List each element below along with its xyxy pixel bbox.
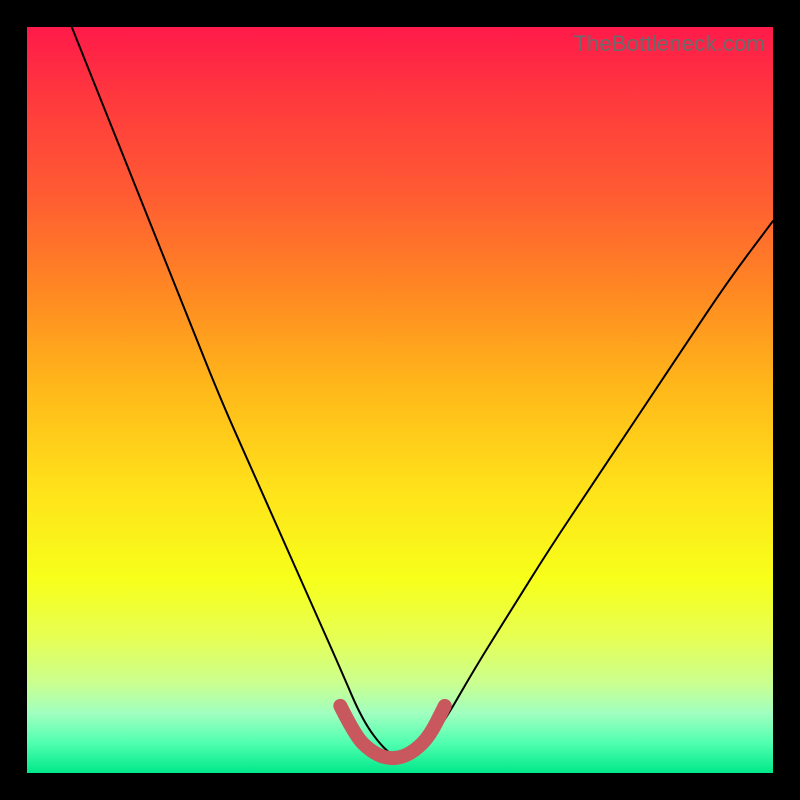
chart-overlay <box>27 27 773 773</box>
chart-plot-area: TheBottleneck.com <box>27 27 773 773</box>
bottleneck-curve <box>72 27 773 756</box>
chart-frame: TheBottleneck.com <box>0 0 800 800</box>
optimal-zone-marker <box>340 706 444 758</box>
